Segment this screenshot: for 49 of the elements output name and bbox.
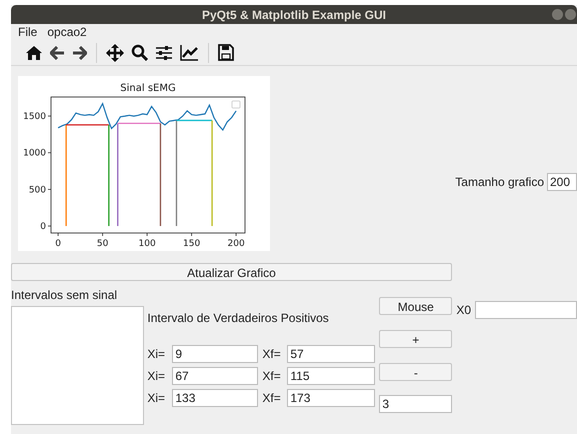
y-tick-label: 1000 (23, 148, 46, 159)
add-button[interactable]: + (379, 330, 452, 348)
x-tick-label: 0 (55, 239, 61, 249)
x0-field[interactable] (475, 301, 577, 319)
move-arrows-icon[interactable] (106, 44, 124, 62)
home-icon[interactable] (25, 44, 43, 60)
xf-field[interactable]: 57 (287, 345, 376, 363)
mouse-button[interactable]: Mouse (379, 297, 452, 315)
minimize-button[interactable] (552, 9, 563, 20)
back-arrow-icon[interactable] (50, 46, 65, 60)
x-tick-label: 200 (228, 239, 245, 249)
xf-field[interactable]: 173 (287, 389, 376, 407)
x-tick-label: 100 (138, 239, 156, 249)
xi-label: Xi= (147, 390, 166, 407)
xf-field[interactable]: 115 (287, 367, 376, 385)
xi-label: Xi= (147, 368, 166, 385)
chart-title: Sinal sEMG (120, 83, 176, 94)
size-label: Tamanho grafico (455, 174, 544, 191)
xf-label: Xf= (262, 368, 282, 385)
legend-box (232, 100, 240, 108)
menu-item[interactable]: opcao2 (47, 23, 87, 41)
y-tick-label: 500 (28, 185, 46, 196)
remove-button[interactable]: - (379, 363, 452, 381)
x-tick-label: 150 (183, 239, 200, 249)
maximize-button[interactable] (565, 9, 576, 20)
xi-label: Xi= (147, 346, 166, 363)
y-tick-label: 0 (40, 222, 46, 232)
xi-field[interactable]: 9 (172, 345, 258, 363)
window-title: PyQt5 & Matplotlib Example GUI (202, 6, 386, 24)
xf-label: Xf= (262, 346, 282, 363)
line-chart-icon[interactable] (180, 44, 199, 61)
size-field[interactable]: 200 (547, 173, 577, 191)
search-icon[interactable] (131, 44, 148, 61)
count-field[interactable]: 3 (379, 395, 452, 413)
menu-item[interactable]: File (18, 23, 38, 41)
interval-level-line (66, 124, 109, 126)
interval-level-line (118, 122, 160, 124)
forward-arrow-icon[interactable] (72, 46, 87, 60)
section-label: Intervalo de Verdadeiros Positivos (147, 310, 330, 325)
x-tick-label: 50 (96, 239, 108, 249)
x0-label: X0 (456, 302, 471, 319)
interval-level-line (176, 120, 212, 122)
xi-field[interactable]: 67 (172, 367, 258, 385)
update-chart-button[interactable]: Atualizar Grafico (11, 263, 452, 281)
xf-label: Xf= (262, 390, 282, 407)
y-tick-label: 1500 (23, 112, 46, 122)
section-label: Intervalos sem sinal (11, 287, 118, 304)
sliders-icon[interactable] (155, 44, 173, 60)
xi-field[interactable]: 133 (172, 389, 258, 407)
